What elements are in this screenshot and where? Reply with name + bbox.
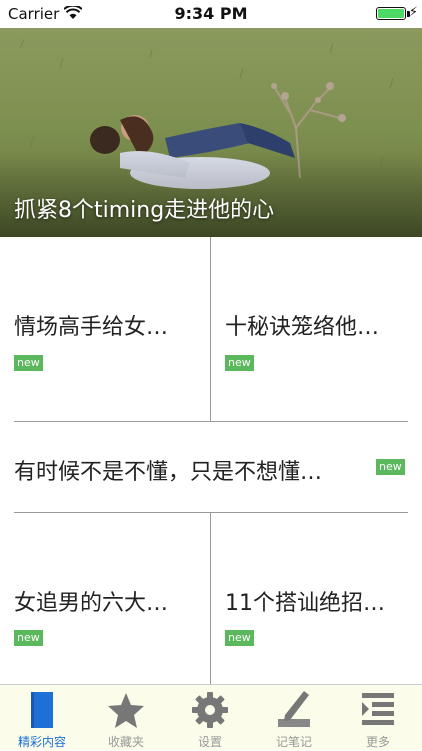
status-bar: Carrier 9:34 PM ⚡: [0, 0, 422, 28]
article-item[interactable]: 女追男的六大… new: [0, 513, 210, 684]
new-badge: new: [14, 355, 43, 371]
tab-more[interactable]: 更多: [336, 685, 420, 751]
tab-label: 记笔记: [275, 735, 312, 749]
charging-icon: ⚡: [408, 5, 418, 20]
tab-label: 收藏夹: [107, 735, 144, 749]
article-title: 11个搭讪绝招…: [225, 591, 385, 616]
article-title: 十秘诀笼络他…: [225, 315, 380, 340]
article-title: 有时候不是不懂，只是不想懂…: [14, 460, 323, 485]
new-badge: new: [14, 630, 43, 646]
pen-icon: [278, 691, 310, 727]
tab-label: 精彩内容: [17, 735, 66, 749]
new-badge: new: [225, 630, 254, 646]
tab-bar: 精彩内容 收藏夹 设置 记笔记 更多: [0, 684, 422, 750]
article-item[interactable]: 有时候不是不懂，只是不想懂… new: [0, 422, 422, 512]
gear-icon: [192, 692, 228, 728]
new-badge: new: [225, 355, 254, 371]
tab-featured[interactable]: 精彩内容: [0, 685, 84, 751]
article-item[interactable]: 十秘诀笼络他… new: [211, 237, 422, 421]
tab-notes[interactable]: 记笔记: [252, 685, 336, 751]
star-icon: [108, 693, 144, 728]
article-title: 女追男的六大…: [14, 591, 169, 616]
article-item[interactable]: 情场高手给女… new: [0, 237, 210, 421]
new-badge: new: [376, 459, 405, 475]
tab-favorites[interactable]: 收藏夹: [84, 685, 168, 751]
tab-label: 设置: [197, 735, 222, 749]
tab-settings[interactable]: 设置: [168, 685, 252, 751]
clock: 9:34 PM: [174, 4, 248, 23]
list-icon: [362, 693, 394, 725]
featured-title: 抓紧8个timing走进他的心: [14, 198, 275, 223]
book-icon: [31, 692, 53, 728]
battery-icon: [376, 7, 406, 20]
article-title: 情场高手给女…: [14, 315, 169, 340]
tab-label: 更多: [365, 735, 390, 749]
featured-banner[interactable]: 抓紧8个timing走进他的心: [0, 28, 422, 237]
article-item[interactable]: 11个搭讪绝招… new: [211, 513, 422, 684]
